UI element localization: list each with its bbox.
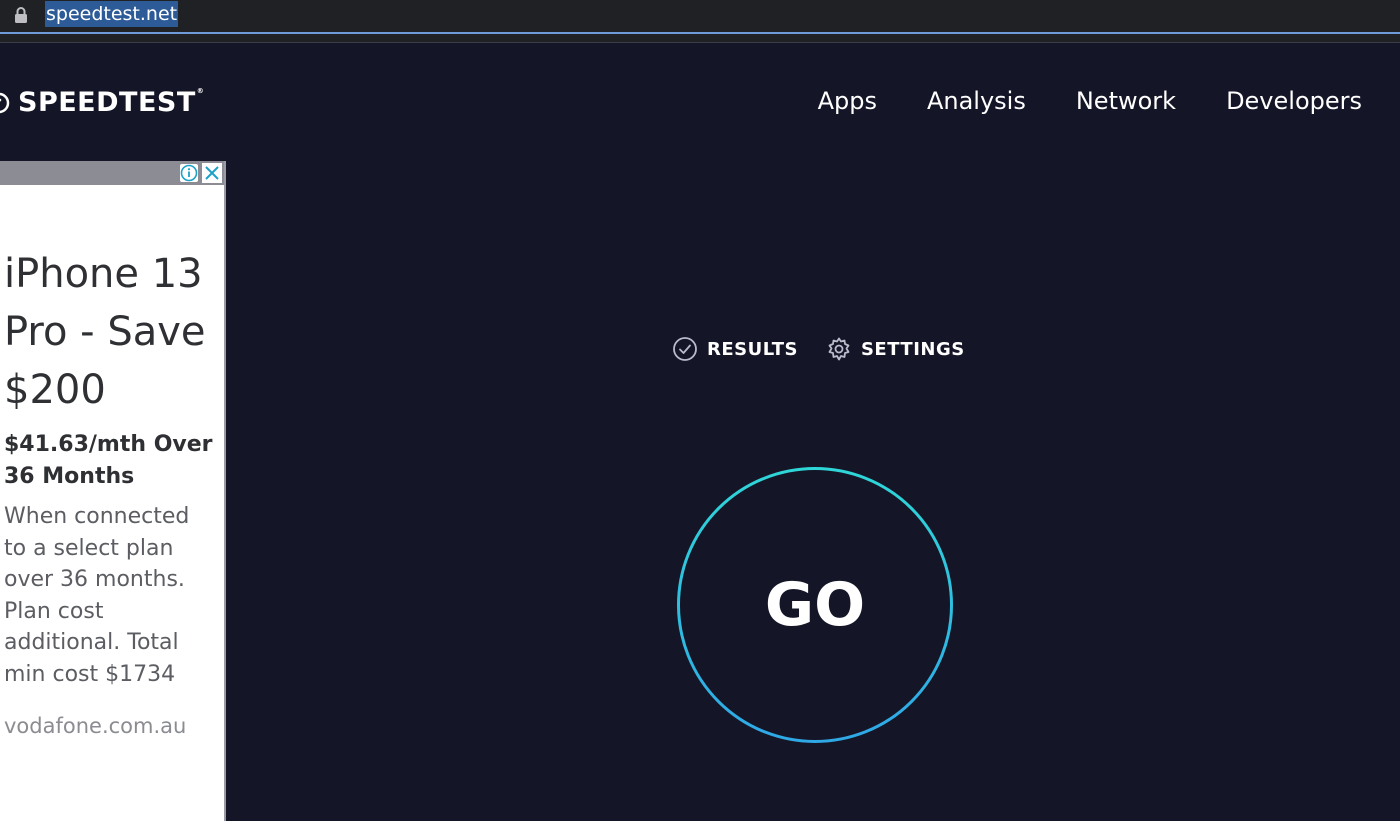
logo-trademark: ®: [196, 87, 205, 95]
nav-developers[interactable]: Developers: [1226, 87, 1362, 115]
go-button[interactable]: GO: [676, 466, 954, 744]
ad-price: $41.63/mth Over 36 Months: [4, 432, 213, 489]
settings-button[interactable]: SETTINGS: [826, 336, 965, 362]
browser-chrome: speedtest.net: [0, 0, 1400, 43]
speedtest-page: SPEEDTEST® Apps Analysis Network Develop…: [0, 43, 1400, 821]
logo-text: SPEEDTEST®: [18, 87, 205, 118]
ad-content: iPhone 13 Pro - Save $200 $41.63/mth Ove…: [4, 245, 214, 738]
settings-label: SETTINGS: [860, 338, 965, 360]
nav-network[interactable]: Network: [1076, 87, 1176, 115]
ad-body-text: When connected to a select plan over 36 …: [4, 504, 190, 687]
speedometer-logo-icon: [0, 92, 10, 113]
lock-icon: [15, 7, 27, 23]
ad-close-icon[interactable]: [202, 163, 222, 183]
nav-analysis[interactable]: Analysis: [927, 87, 1026, 115]
ad-headline[interactable]: iPhone 13 Pro - Save $200: [4, 245, 214, 419]
results-button[interactable]: RESULTS: [672, 336, 798, 362]
ad-topbar: [0, 161, 224, 185]
test-controls: RESULTS SETTINGS: [672, 336, 965, 362]
main-nav: Apps Analysis Network Developers: [818, 87, 1362, 115]
gear-icon: [828, 337, 850, 361]
check-circle-icon: [673, 337, 697, 361]
speedtest-logo[interactable]: SPEEDTEST®: [0, 87, 204, 118]
ad-info-icon[interactable]: [180, 164, 198, 182]
address-bar[interactable]: speedtest.net: [0, 0, 1400, 34]
go-label[interactable]: GO: [676, 466, 954, 744]
ad-domain[interactable]: vodafone.com.au: [4, 714, 214, 738]
nav-apps[interactable]: Apps: [818, 87, 877, 115]
url-text[interactable]: speedtest.net: [45, 1, 179, 27]
results-label: RESULTS: [707, 338, 798, 360]
advertisement[interactable]: iPhone 13 Pro - Save $200 $41.63/mth Ove…: [0, 161, 226, 821]
